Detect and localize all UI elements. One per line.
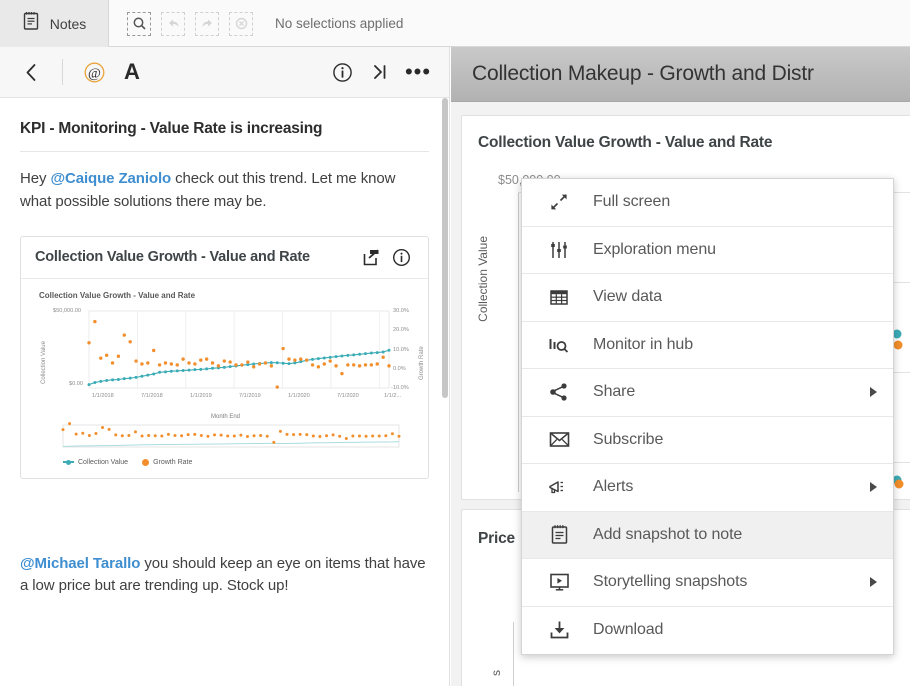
menu-item-label: Add snapshot to note: [593, 525, 743, 543]
more-options-label: •••: [404, 59, 432, 85]
sliders-icon: [546, 237, 572, 263]
notes-tab-label: Notes: [49, 15, 87, 32]
text-format-button[interactable]: A: [115, 55, 149, 89]
snapshot-info-icon[interactable]: [386, 242, 416, 272]
presentation-icon: [546, 569, 572, 595]
sheet-title-bar: Collection Makeup - Growth and Distr: [451, 47, 910, 102]
submenu-arrow-icon: [870, 577, 877, 588]
menu-item-exploration-menu[interactable]: Exploration menu: [522, 227, 893, 274]
more-options-icon[interactable]: •••: [401, 55, 435, 89]
notepad-icon: [22, 11, 40, 36]
table-icon: [546, 284, 572, 310]
menu-item-alerts[interactable]: Alerts: [522, 464, 893, 512]
open-external-icon[interactable]: [356, 242, 386, 272]
back-button[interactable]: [14, 55, 48, 89]
menu-item-label: View data: [593, 288, 663, 306]
menu-item-label: Share: [593, 383, 636, 401]
full-screen-icon: [546, 189, 572, 215]
menu-item-label: Monitor in hub: [593, 335, 693, 353]
toolbar-divider: [62, 59, 63, 85]
selection-bar: Notes No selections applied: [0, 0, 910, 47]
share-nodes-icon: [546, 379, 572, 405]
legend-line-marker: [63, 459, 74, 465]
sheet-gridline-v0: [518, 192, 519, 492]
menu-item-download[interactable]: Download: [522, 607, 893, 655]
note-paragraph-1: Hey @Caique Zaniolo check out this trend…: [20, 168, 429, 214]
menu-item-label: Download: [593, 621, 664, 639]
legend-item-growth-rate[interactable]: Growth Rate: [142, 458, 193, 466]
svg-text:@: @: [88, 66, 101, 81]
mention-michael-tarallo[interactable]: @Michael Tarallo: [20, 555, 140, 572]
object-context-menu: Full screen Exploration menu View data Moni…: [521, 178, 894, 655]
selection-search-icon[interactable]: [125, 10, 153, 38]
sheet-price-axis-label: s: [489, 670, 503, 676]
mention-caique-zaniolo[interactable]: @Caique Zaniolo: [50, 170, 171, 187]
legend-label-1: Growth Rate: [153, 458, 193, 466]
mini-chart-legend: Collection Value Growth Rate: [63, 458, 420, 466]
info-icon[interactable]: [325, 55, 359, 89]
selection-tools: No selections applied: [109, 0, 403, 47]
submenu-arrow-icon: [870, 482, 877, 493]
mini-chart: Collection Value Growth Rate $50,000.00 …: [31, 306, 425, 410]
menu-item-label: Exploration menu: [593, 240, 716, 258]
menu-item-monitor-in-hub[interactable]: Monitor in hub: [522, 322, 893, 369]
notepad-icon: [546, 522, 572, 548]
menu-item-label: Full screen: [593, 193, 671, 211]
snapshot-card-body: Collection Value Growth - Value and Rate…: [21, 279, 428, 478]
download-icon: [546, 617, 572, 643]
clear-selections-icon[interactable]: [227, 10, 255, 38]
paragraph-1-before: Hey: [20, 170, 51, 187]
megaphone-icon: [546, 474, 572, 500]
monitor-chart-icon: [546, 332, 572, 358]
note-paragraph-2: @Michael Tarallo you should keep an eye …: [20, 553, 429, 599]
submenu-arrow-icon: [870, 387, 877, 398]
menu-item-share[interactable]: Share: [522, 369, 893, 417]
no-selections-label: No selections applied: [275, 16, 404, 31]
menu-item-full-screen[interactable]: Full screen: [522, 179, 893, 227]
mini-chart-plot: [87, 310, 391, 389]
sheet-title: Collection Makeup - Growth and Distr: [472, 62, 814, 85]
note-content: KPI - Monitoring - Value Rate is increas…: [0, 98, 449, 608]
mini-brush-xlabel: Month End: [210, 413, 241, 420]
snapshot-card-header: Collection Value Growth - Value and Rate: [21, 237, 428, 279]
menu-item-subscribe[interactable]: Subscribe: [522, 417, 893, 464]
sheet-chart-yaxis-title: Collection Value: [476, 236, 490, 322]
snapshot-card-title: Collection Value Growth - Value and Rate: [35, 249, 310, 266]
sheet-price-title: Price: [478, 530, 515, 547]
notes-toolbar: @ A •••: [0, 47, 449, 98]
menu-item-storytelling-snapshots[interactable]: Storytelling snapshots: [522, 559, 893, 607]
mention-icon[interactable]: @: [77, 55, 111, 89]
menu-item-label: Alerts: [593, 478, 634, 496]
price-gridline-v0: [513, 622, 514, 686]
menu-item-view-data[interactable]: View data: [522, 274, 893, 322]
sheet-chart-title: Collection Value Growth - Value and Rate: [478, 134, 773, 151]
app-root: Notes No selections applied @ A ••• KPI …: [0, 0, 910, 686]
legend-label-0: Collection Value: [78, 458, 129, 466]
notes-scrollbar-thumb[interactable]: [442, 98, 448, 398]
note-title: KPI - Monitoring - Value Rate is increas…: [20, 120, 323, 137]
redo-selection-icon[interactable]: [193, 10, 221, 38]
notes-panel: @ A ••• KPI - Monitoring - Value Rate is…: [0, 47, 450, 686]
menu-item-add-snapshot-to-note[interactable]: Add snapshot to note: [522, 511, 893, 559]
envelope-icon: [546, 427, 572, 453]
note-title-divider: [20, 151, 429, 152]
legend-dot-marker: [142, 458, 150, 466]
collapse-panel-icon[interactable]: [363, 55, 397, 89]
menu-item-label: Storytelling snapshots: [593, 573, 748, 591]
notes-scrollbar[interactable]: [442, 98, 448, 686]
legend-item-collection-value[interactable]: Collection Value: [63, 459, 128, 466]
text-format-label: A: [124, 59, 140, 84]
menu-item-label: Subscribe: [593, 430, 664, 448]
undo-selection-icon[interactable]: [159, 10, 187, 38]
note-snapshot-card[interactable]: Collection Value Growth - Value and Rate: [20, 235, 429, 479]
mini-chart-title: Collection Value Growth - Value and Rate: [39, 290, 196, 300]
notes-tab[interactable]: Notes: [0, 0, 109, 47]
mini-brush-plot[interactable]: [31, 421, 429, 450]
